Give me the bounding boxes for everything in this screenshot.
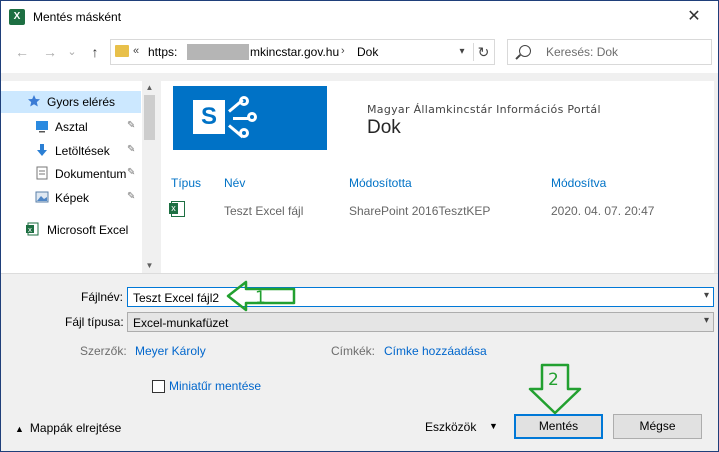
tags-value[interactable]: Címke hozzáadása [384, 344, 487, 358]
navigation-pane: Gyors elérés Asztal ✎ Letöltések ✎ Dokum… [1, 81, 157, 273]
forward-button[interactable]: → [41, 43, 59, 61]
pin-icon[interactable]: ✎ [127, 167, 135, 178]
filename-field[interactable]: Teszt Excel fájl2 ▾ [127, 287, 714, 307]
sidebar-item-documents[interactable]: Dokumentum ✎ [1, 163, 141, 185]
excel-app-icon: X [9, 9, 25, 25]
sidebar-item-desktop[interactable]: Asztal ✎ [1, 116, 141, 138]
svg-text:x: x [28, 226, 32, 234]
sidebar-item-label: Képek [55, 191, 90, 205]
star-icon [28, 95, 40, 107]
column-header-type[interactable]: Típus [171, 176, 201, 190]
column-header-modified-by[interactable]: Módosította [349, 176, 412, 190]
chevron-down-icon[interactable]: ▾ [452, 44, 472, 60]
logo-node [239, 128, 249, 138]
search-placeholder: Keresés: Dok [546, 45, 619, 59]
close-button[interactable]: ✕ [674, 1, 714, 33]
filename-value[interactable]: Teszt Excel fájl2 [133, 291, 219, 305]
download-icon [37, 144, 47, 156]
chevron-down-icon[interactable]: ▼ [489, 421, 498, 431]
address-folder[interactable]: Dok [357, 45, 378, 59]
sidebar-item-microsoft-excel[interactable]: x Microsoft Excel [1, 219, 141, 241]
hide-folders-button[interactable]: ▲ Mappák elrejtése [15, 421, 121, 435]
folder-icon [115, 45, 129, 57]
authors-value[interactable]: Meyer Károly [135, 344, 206, 358]
title-bar: X Mentés másként ✕ [1, 1, 718, 33]
tags-label: Címkék: [331, 344, 376, 358]
search-icon [519, 45, 531, 57]
chevron-down-icon[interactable]: ▾ [704, 315, 709, 326]
refresh-button[interactable]: ↻ [473, 43, 493, 61]
pane-divider [1, 273, 718, 274]
hide-folders-label: Mappák elrejtése [29, 421, 122, 435]
sidebar-item-label: Microsoft Excel [47, 223, 129, 237]
scroll-thumb[interactable] [144, 95, 155, 140]
sharepoint-logo: S [173, 86, 327, 150]
sidebar-item-downloads[interactable]: Letöltések ✎ [1, 140, 141, 162]
annotation-arrow-2: 2 [528, 363, 582, 415]
back-button[interactable]: ← [13, 43, 31, 61]
window-title: Mentés másként [33, 10, 122, 24]
filetype-value: Excel-munkafüzet [133, 316, 229, 330]
pin-icon[interactable]: ✎ [127, 191, 135, 202]
filetype-label: Fájl típusa: [65, 315, 124, 329]
scroll-up-arrow[interactable]: ▲ [142, 81, 157, 95]
sidebar-item-label: Asztal [55, 120, 88, 134]
file-name-cell[interactable]: Teszt Excel fájl [224, 204, 303, 218]
pictures-icon [35, 191, 49, 203]
sidebar-scrollbar[interactable]: ▲ ▼ [142, 81, 157, 273]
address-host[interactable]: mkincstar.gov.hu [250, 45, 339, 59]
excel-file-icon [169, 201, 185, 217]
pin-icon[interactable]: ✎ [127, 120, 135, 131]
filename-label: Fájlnév: [81, 290, 124, 304]
chevron-down-icon[interactable]: ▾ [704, 290, 709, 301]
column-header-modified[interactable]: Módosítva [551, 176, 606, 190]
pin-icon[interactable]: ✎ [127, 144, 135, 155]
filetype-select[interactable]: Excel-munkafüzet ▾ [127, 312, 714, 332]
annotation-number-1: 1 [255, 288, 266, 308]
save-as-dialog: X Mentés másként ✕ ← → ⌄ ↑ « https: mkin… [0, 0, 719, 452]
cancel-button[interactable]: Mégse [613, 414, 702, 439]
thumbnail-label[interactable]: Miniatűr mentése [169, 379, 261, 393]
scroll-down-arrow[interactable]: ▼ [142, 259, 157, 273]
save-button[interactable]: Mentés [514, 414, 603, 439]
desktop-icon [36, 121, 48, 133]
chevron-right-icon[interactable]: › [341, 45, 345, 57]
tools-label[interactable]: Eszközök [425, 420, 476, 434]
excel-icon: x [26, 222, 39, 236]
sidebar-item-quick-access[interactable]: Gyors elérés [1, 91, 141, 113]
sidebar-item-label: Letöltések [55, 144, 110, 158]
thumbnail-checkbox[interactable] [152, 380, 165, 393]
search-input[interactable]: Keresés: Dok [507, 39, 712, 65]
annotation-arrow-1: 1 [226, 280, 296, 312]
column-header-name[interactable]: Név [224, 176, 245, 190]
up-button[interactable]: ↑ [86, 43, 104, 61]
sharepoint-s-icon: S [193, 100, 225, 134]
logo-node [247, 112, 257, 122]
address-bar[interactable]: « https: mkincstar.gov.hu › Dok ▾ ↻ [110, 39, 495, 65]
modified-by-cell: SharePoint 2016TesztKEP [349, 204, 491, 218]
authors-label: Szerzők: [80, 344, 127, 358]
sidebar-item-label: Dokumentum [55, 167, 127, 181]
recent-locations-dropdown[interactable]: ⌄ [63, 43, 81, 61]
sidebar-item-label: Gyors elérés [47, 95, 116, 109]
redacted-address [187, 44, 249, 60]
file-list-pane: S Magyar Államkincstár Információs Portá… [161, 81, 714, 273]
portal-name: Magyar Államkincstár Információs Portál [367, 103, 601, 116]
logo-node [239, 96, 249, 106]
chevron-up-icon: ▲ [15, 424, 24, 434]
portal-title: Dok [367, 117, 401, 138]
annotation-number-2: 2 [548, 370, 559, 390]
address-scheme[interactable]: https: [148, 45, 177, 59]
address-overflow[interactable]: « [133, 45, 139, 57]
document-icon [36, 166, 48, 180]
sidebar-item-pictures[interactable]: Képek ✎ [1, 187, 141, 209]
modified-date-cell: 2020. 04. 07. 20:47 [551, 204, 655, 218]
navigation-bar: ← → ⌄ ↑ « https: mkincstar.gov.hu › Dok … [1, 33, 718, 73]
